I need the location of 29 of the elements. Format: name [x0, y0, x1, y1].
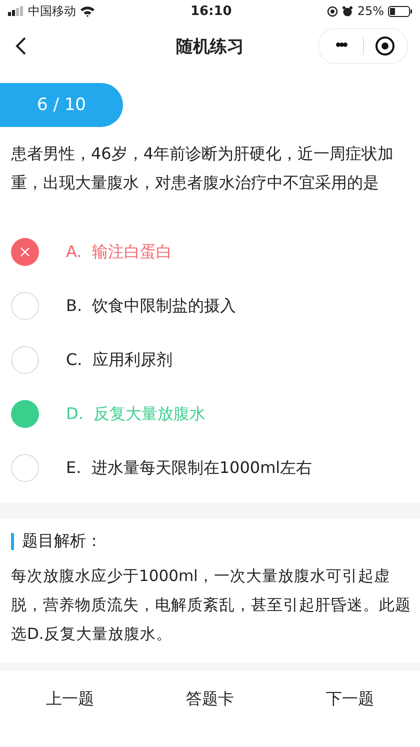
- back-icon[interactable]: [14, 36, 28, 56]
- cross-icon: [20, 247, 30, 257]
- battery-icon: [388, 6, 412, 16]
- signal-icon: [8, 6, 24, 16]
- alarm-icon: [342, 6, 354, 16]
- bottom-nav-button[interactable]: 上一题: [10, 688, 130, 711]
- wifi-icon: [80, 6, 95, 16]
- bottom-nav-button[interactable]: 答题卡: [150, 688, 270, 711]
- carrier-name: 中国移动: [28, 2, 76, 20]
- more-button[interactable]: •••: [319, 37, 362, 55]
- clock-time: 16:10: [190, 4, 232, 18]
- option-radio[interactable]: [11, 454, 39, 482]
- analysis-heading: 题目解析：: [22, 531, 102, 552]
- analysis-text: 每次放腹水应少于1000ml，一次大量放腹水可引起虚脱，营养物质流失，电解质紊乱，甚至引起肝昏迷。此题选D.反复大量放腹水。: [11, 566, 412, 645]
- accent-bar: [11, 533, 14, 550]
- question-text: 患者男性，46岁，4年前诊断为肝硬化，近一周症状加重，出现大量腹水，对患者腹水治疗中不宜采用的是: [11, 143, 395, 194]
- option-label[interactable]: C. 应用利尿剂: [66, 350, 172, 370]
- option-radio[interactable]: [11, 238, 39, 266]
- bottom-nav-button[interactable]: 下一题: [290, 688, 410, 711]
- option-label[interactable]: E. 进水量每天限制在1000ml左右: [66, 458, 312, 478]
- progress-badge: 6 / 10: [0, 83, 123, 127]
- option-radio[interactable]: [11, 346, 39, 374]
- rotation-lock-icon: [327, 6, 338, 16]
- close-target-icon[interactable]: [375, 36, 396, 56]
- battery-percent: 25%: [357, 4, 384, 18]
- page-title: 随机练习: [176, 36, 244, 58]
- option-radio[interactable]: [11, 400, 39, 428]
- option-label[interactable]: B. 饮食中限制盐的摄入: [66, 296, 236, 316]
- option-radio[interactable]: [11, 292, 39, 320]
